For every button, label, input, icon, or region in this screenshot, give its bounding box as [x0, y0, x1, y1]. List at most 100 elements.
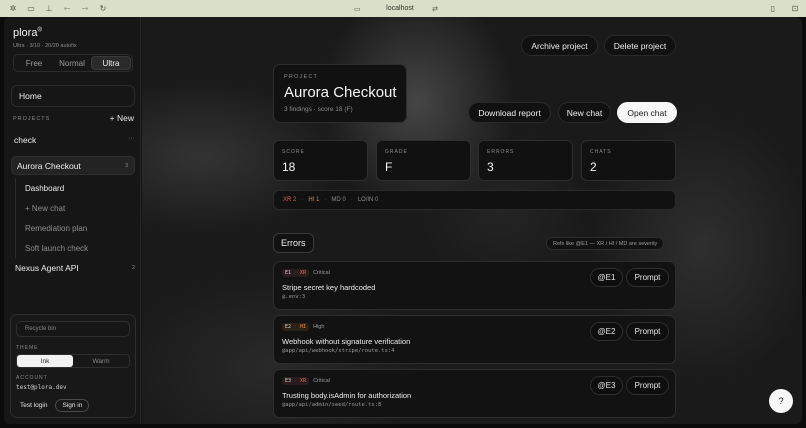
main-content: Archive project Delete project PROJECT A…: [142, 17, 802, 424]
tier-ultra[interactable]: Ultra: [91, 56, 131, 70]
finding-card[interactable]: E3 · XR Critical Trusting body.isAdmin f…: [273, 369, 676, 418]
sidebar-bottom-panel: Recycle bin THEME Ink Warm ACCOUNT test@…: [10, 314, 136, 418]
stat-label: CHATS: [590, 149, 612, 155]
finding-level: Critical: [313, 378, 330, 384]
stat-label: GRADE: [385, 149, 408, 155]
project-name: Nexus Agent API: [15, 263, 79, 273]
project-kicker: PROJECT: [284, 74, 319, 80]
severity-lo: LO/IN 0: [357, 197, 379, 203]
finding-ref-button[interactable]: @E1: [590, 268, 623, 287]
finding-ref-button[interactable]: @E3: [590, 376, 623, 395]
severity-xr: XR 2: [283, 197, 297, 203]
finding-path[interactable]: @app/api/admin/seed/route.ts:8: [282, 402, 381, 408]
finding-path[interactable]: @.env:3: [282, 294, 305, 300]
plan-meta: Ultra · 3/10 · 20/20 autofix: [13, 43, 77, 49]
project-subtitle: 3 findings · score 18 (F): [284, 106, 353, 113]
refs-hint: Refs like @E1 — XR / HI / MD are severit…: [546, 237, 665, 250]
project-subnav: Dashboard + New chat Remediation plan So…: [15, 178, 133, 258]
page-title: Aurora Checkout: [284, 84, 397, 101]
subnav-remediation-plan[interactable]: Remediation plan: [16, 218, 133, 238]
sidebar-item-aurora-checkout[interactable]: Aurora Checkout 3: [11, 156, 135, 175]
app-icon[interactable]: ✲: [8, 4, 18, 14]
address-bar[interactable]: ▭ localhost ⇄: [340, 2, 460, 15]
new-project-button[interactable]: + New: [110, 113, 134, 123]
severity-summary: XR 2 · HI 1 · MD 0 · LO/IN 0: [273, 190, 676, 210]
new-chat-button[interactable]: New chat: [558, 102, 611, 123]
stat-score: SCORE 18: [273, 140, 368, 181]
finding-tags: E2 · HI High: [282, 323, 324, 331]
sidebar-item-nexus-agent-api[interactable]: Nexus Agent API 2: [15, 263, 135, 273]
open-chat-button[interactable]: Open chat: [617, 102, 677, 123]
app-window: plora® Ultra · 3/10 · 20/20 autofix Free…: [4, 17, 802, 424]
extension-icon[interactable]: ⊡: [790, 4, 800, 14]
project-group-check[interactable]: check ···: [14, 135, 135, 145]
account-label: ACCOUNT: [16, 375, 48, 381]
severity-separator: ·: [301, 197, 304, 203]
test-login-button[interactable]: Test login: [16, 400, 51, 411]
project-name: Aurora Checkout: [17, 160, 81, 171]
forward-icon[interactable]: →: [80, 4, 90, 14]
finding-level: High: [313, 324, 325, 330]
subnav-new-chat[interactable]: + New chat: [16, 198, 133, 218]
finding-prompt-button[interactable]: Prompt: [626, 376, 669, 395]
subnav-dashboard[interactable]: Dashboard: [16, 178, 133, 198]
finding-id: E3: [285, 378, 292, 384]
stat-value: 18: [282, 160, 296, 174]
help-button[interactable]: ?: [769, 389, 793, 413]
sidebar: plora® Ultra · 3/10 · 20/20 autofix Free…: [4, 17, 141, 424]
finding-prompt-button[interactable]: Prompt: [626, 268, 669, 287]
finding-severity: HI: [300, 324, 307, 330]
brand-logo[interactable]: plora®: [13, 27, 42, 39]
stat-label: ERRORS: [487, 149, 515, 155]
theme-toggle: Ink Warm: [16, 354, 130, 368]
tag-separator: ·: [294, 270, 298, 276]
finding-card[interactable]: E2 · HI High Webhook without signature v…: [273, 315, 676, 364]
finding-severity: XR: [300, 270, 307, 276]
severity-md: MD 0: [331, 197, 346, 203]
delete-project-button[interactable]: Delete project: [604, 35, 676, 56]
finding-level: Critical: [313, 270, 330, 276]
finding-tag: E3 · XR: [282, 377, 310, 385]
finding-id: E2: [285, 324, 292, 330]
finding-prompt-button[interactable]: Prompt: [626, 322, 669, 341]
theme-ink[interactable]: Ink: [17, 355, 73, 367]
shield-icon[interactable]: ⊥: [44, 4, 54, 14]
tier-normal[interactable]: Normal: [53, 56, 91, 70]
finding-title: Stripe secret key hardcoded: [282, 283, 376, 292]
recycle-bin-input[interactable]: Recycle bin: [16, 321, 130, 337]
tier-free[interactable]: Free: [15, 56, 53, 70]
severity-separator: ·: [350, 197, 353, 203]
finding-card[interactable]: E1 · XR Critical Stripe secret key hardc…: [273, 261, 676, 310]
severity-hi: HI 1: [308, 197, 320, 203]
stat-label: SCORE: [282, 149, 305, 155]
download-report-button[interactable]: Download report: [468, 102, 551, 123]
finding-tag: E1 · XR: [282, 269, 310, 277]
theme-warm[interactable]: Warm: [73, 355, 129, 367]
account-email: test@plora.dev: [16, 384, 67, 391]
sidebar-item-home[interactable]: Home: [11, 85, 135, 107]
stat-grade: GRADE F: [376, 140, 471, 181]
stat-value: F: [385, 160, 393, 174]
finding-ref-button[interactable]: @E2: [590, 322, 623, 341]
sign-in-button[interactable]: Sign in: [55, 399, 90, 412]
reader-icon[interactable]: ▯: [768, 4, 778, 14]
project-group-label: check: [14, 135, 37, 145]
theme-label: THEME: [16, 345, 39, 351]
back-icon[interactable]: ←: [62, 4, 72, 14]
account-actions: Test login Sign in: [16, 399, 90, 412]
tag-separator: ·: [294, 324, 298, 330]
archive-project-button[interactable]: Archive project: [521, 35, 598, 56]
stat-value: 3: [487, 160, 494, 174]
more-icon[interactable]: ···: [128, 135, 135, 145]
sidebar-toggle-icon[interactable]: ▭: [26, 4, 36, 14]
lock-icon: ▭: [354, 4, 361, 13]
finding-path[interactable]: @app/api/webhook/stripe/route.ts:4: [282, 348, 395, 354]
url-text: localhost: [386, 5, 414, 12]
finding-tags: E1 · XR Critical: [282, 269, 330, 277]
reload-icon[interactable]: ↻: [98, 4, 108, 14]
subnav-soft-launch-check[interactable]: Soft launch check: [16, 238, 133, 258]
tune-icon[interactable]: ⇄: [432, 5, 438, 13]
brand-mark: ®: [37, 27, 42, 34]
stat-errors: ERRORS 3: [478, 140, 573, 181]
finding-tags: E3 · XR Critical: [282, 377, 330, 385]
